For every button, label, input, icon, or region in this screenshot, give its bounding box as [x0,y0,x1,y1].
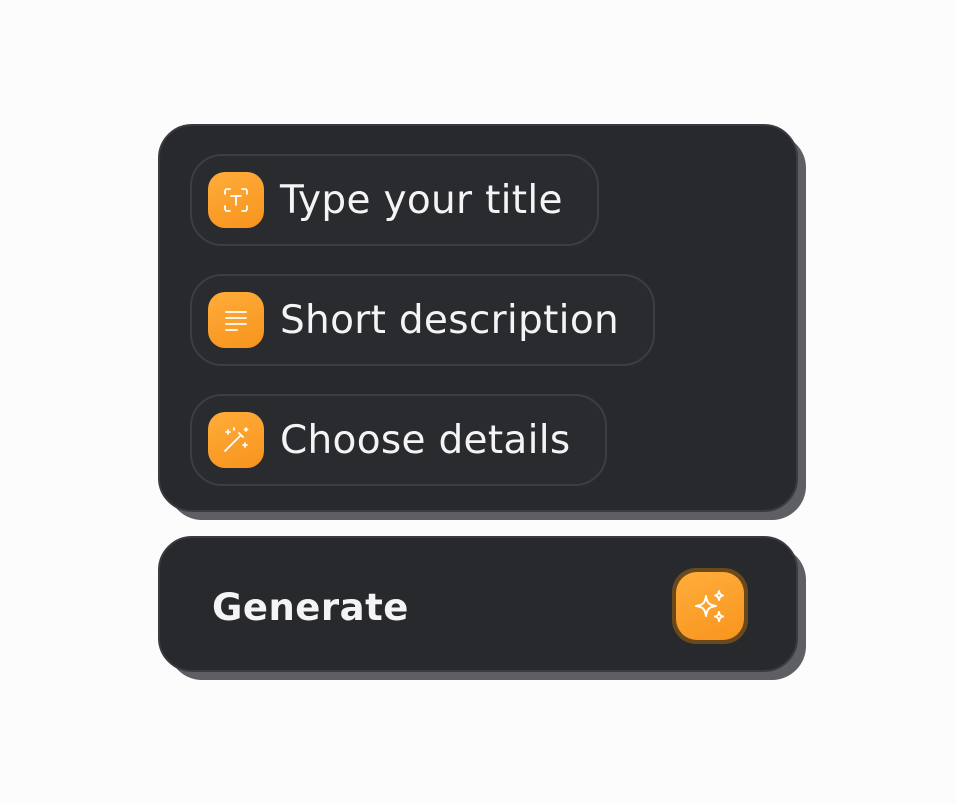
generate-label: Generate [212,586,409,629]
sparkles-icon [676,572,744,640]
title-field[interactable]: Type your title [190,154,599,246]
generate-bar: Generate [158,536,798,672]
description-field-label: Short description [280,297,619,343]
details-field[interactable]: Choose details [190,394,607,486]
text-frame-icon [208,172,264,228]
magic-wand-icon [208,412,264,468]
input-card: Type your title Short description Choose… [158,124,798,512]
stage: Type your title Short description Choose… [0,0,956,804]
details-field-label: Choose details [280,417,571,463]
description-field[interactable]: Short description [190,274,655,366]
generate-button[interactable] [672,568,748,644]
lines-icon [208,292,264,348]
title-field-label: Type your title [280,177,563,223]
